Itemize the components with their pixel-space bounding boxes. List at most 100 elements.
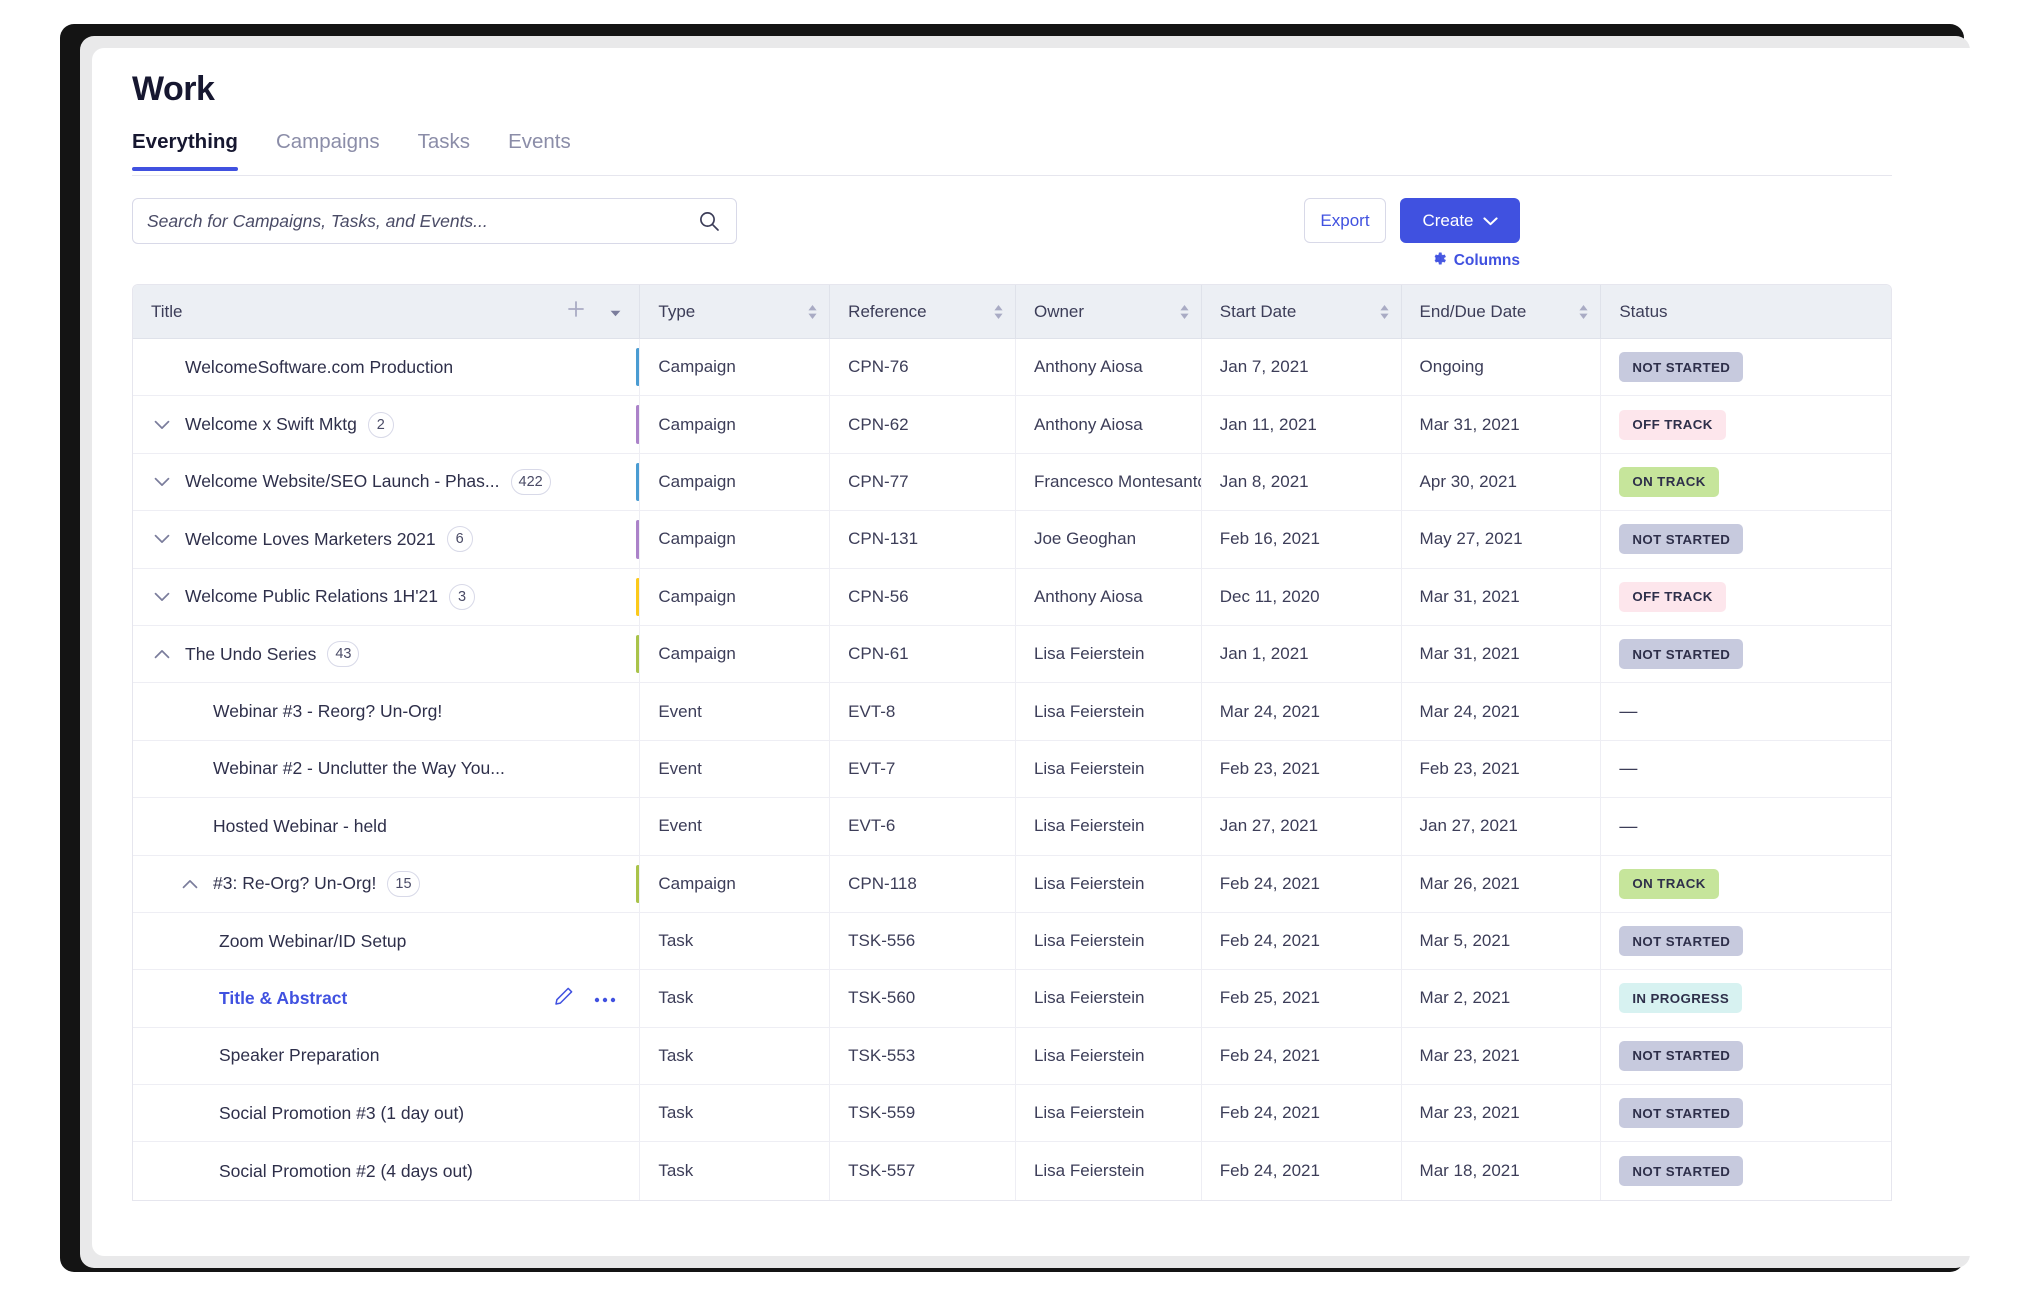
export-button[interactable]: Export bbox=[1304, 198, 1386, 243]
cell-title[interactable]: Webinar #2 - Unclutter the Way You... bbox=[133, 740, 641, 798]
status-badge: NOT STARTED bbox=[1619, 1040, 1744, 1071]
tab-events[interactable]: Events bbox=[508, 130, 571, 169]
column-header-reference[interactable]: Reference bbox=[830, 285, 1016, 338]
status-badge: NOT STARTED bbox=[1619, 639, 1744, 670]
column-menu-caret-icon[interactable] bbox=[610, 302, 621, 322]
row-title[interactable]: Social Promotion #3 (1 day out) bbox=[219, 1103, 464, 1124]
cell-reference: TSK-556 bbox=[830, 912, 1016, 970]
chevron-down-icon[interactable] bbox=[151, 420, 173, 430]
table-row[interactable]: WelcomeSoftware.com Production Campaign CP… bbox=[133, 339, 1891, 397]
cell-title[interactable]: Hosted Webinar - held bbox=[133, 798, 641, 855]
cell-owner: Anthony Aiosa bbox=[1016, 339, 1202, 396]
table-row[interactable]: Hosted Webinar - held Event EVT-6 Lisa Feie… bbox=[133, 798, 1891, 856]
pencil-icon[interactable] bbox=[554, 986, 574, 1011]
sort-icon[interactable] bbox=[994, 304, 1003, 319]
column-header-start-date[interactable]: Start Date bbox=[1202, 285, 1402, 338]
column-divider bbox=[639, 912, 641, 970]
table-row[interactable]: Welcome Website/SEO Launch - Phas... 422 C… bbox=[133, 453, 1891, 512]
tab-bar: Everything Campaigns Tasks Events bbox=[132, 130, 1892, 176]
column-header-status[interactable]: Status bbox=[1601, 285, 1891, 338]
tab-campaigns[interactable]: Campaigns bbox=[276, 130, 380, 169]
sort-icon[interactable] bbox=[1379, 304, 1389, 319]
row-title[interactable]: Title & Abstract bbox=[219, 988, 347, 1009]
cell-title[interactable]: Social Promotion #3 (1 day out) bbox=[133, 1085, 641, 1142]
table-row[interactable]: Social Promotion #2 (4 days out) Task TSK-… bbox=[133, 1142, 1891, 1200]
chevron-down-icon[interactable] bbox=[151, 534, 173, 544]
column-divider bbox=[639, 1027, 641, 1085]
column-header-type[interactable]: Type bbox=[640, 285, 831, 338]
row-title[interactable]: Hosted Webinar - held bbox=[213, 816, 387, 837]
table-row[interactable]: Welcome Loves Marketers 2021 6 Campaign CPN… bbox=[133, 511, 1891, 569]
row-title[interactable]: The Undo Series bbox=[185, 644, 316, 665]
cell-start-date: Feb 24, 2021 bbox=[1202, 855, 1402, 912]
row-title[interactable]: Social Promotion #2 (4 days out) bbox=[219, 1161, 473, 1182]
chevron-up-icon[interactable] bbox=[151, 649, 173, 659]
row-title[interactable]: Welcome Website/SEO Launch - Phas... bbox=[185, 471, 500, 492]
sort-icon[interactable] bbox=[808, 304, 817, 319]
chevron-down-icon[interactable] bbox=[151, 592, 173, 602]
cell-title[interactable]: Welcome Loves Marketers 2021 6 bbox=[133, 511, 641, 568]
column-header-owner[interactable]: Owner bbox=[1016, 285, 1202, 338]
create-button[interactable]: Create bbox=[1400, 198, 1520, 243]
row-title[interactable]: Welcome Public Relations 1H'21 bbox=[185, 586, 438, 607]
tab-everything[interactable]: Everything bbox=[132, 130, 238, 171]
child-count-badge: 3 bbox=[449, 583, 475, 610]
table-row[interactable]: Webinar #2 - Unclutter the Way You... Eve… bbox=[133, 740, 1891, 799]
cell-title[interactable]: The Undo Series 43 bbox=[133, 625, 641, 683]
cell-reference: CPN-62 bbox=[830, 396, 1016, 453]
cell-title[interactable]: Welcome Public Relations 1H'21 3 bbox=[133, 568, 641, 625]
table-row[interactable]: Title & Abstract Task TSK-560 Lisa Feierste… bbox=[133, 970, 1891, 1028]
row-title[interactable]: Welcome x Swift Mktg bbox=[185, 414, 357, 435]
tab-tasks[interactable]: Tasks bbox=[418, 130, 470, 169]
table-row[interactable]: Zoom Webinar/ID Setup Task TSK-556 Lisa Fei… bbox=[133, 912, 1891, 971]
table-row[interactable]: Speaker Preparation Task TSK-553 Lisa Feier… bbox=[133, 1027, 1891, 1086]
cell-title[interactable]: Welcome x Swift Mktg 2 bbox=[133, 396, 641, 453]
work-page-card: Work Everything Campaigns Tasks Events Expo… bbox=[92, 48, 1978, 1256]
column-header-end-due-date[interactable]: End/Due Date bbox=[1402, 285, 1602, 338]
column-header-title[interactable]: Title bbox=[133, 285, 641, 338]
sort-icon[interactable] bbox=[1579, 304, 1588, 319]
search-input[interactable] bbox=[133, 210, 698, 232]
search-icon[interactable] bbox=[698, 210, 720, 232]
search-bar[interactable] bbox=[132, 198, 737, 244]
row-title[interactable]: #3: Re-Org? Un-Org! bbox=[213, 873, 376, 894]
cell-status: NOT STARTED bbox=[1601, 913, 1891, 969]
row-title[interactable]: Webinar #2 - Unclutter the Way You... bbox=[213, 758, 505, 779]
cell-reference: EVT-6 bbox=[830, 798, 1016, 855]
cell-title[interactable]: #3: Re-Org? Un-Org! 15 bbox=[133, 855, 641, 912]
cell-reference: TSK-559 bbox=[830, 1085, 1016, 1142]
cell-start-date: Feb 24, 2021 bbox=[1202, 1142, 1402, 1200]
row-title[interactable]: Zoom Webinar/ID Setup bbox=[219, 931, 406, 952]
table-row[interactable]: Webinar #3 - Reorg? Un-Org! Event EVT-8 Lis… bbox=[133, 683, 1891, 741]
cell-title[interactable]: Speaker Preparation bbox=[133, 1027, 641, 1085]
cell-end-date: Feb 23, 2021 bbox=[1402, 740, 1602, 798]
chevron-up-icon[interactable] bbox=[179, 879, 201, 889]
column-divider bbox=[639, 396, 641, 453]
cell-start-date: Feb 23, 2021 bbox=[1202, 740, 1402, 798]
ellipsis-icon[interactable] bbox=[594, 988, 616, 1008]
cell-title[interactable]: WelcomeSoftware.com Production bbox=[133, 339, 641, 396]
cell-title[interactable]: Zoom Webinar/ID Setup bbox=[133, 912, 641, 970]
cell-owner: Lisa Feierstein bbox=[1016, 1142, 1202, 1200]
cell-reference: TSK-560 bbox=[830, 970, 1016, 1027]
sort-icon[interactable] bbox=[1180, 304, 1189, 319]
table-row[interactable]: Welcome Public Relations 1H'21 3 Campaign C… bbox=[133, 568, 1891, 626]
table-row[interactable]: Social Promotion #3 (1 day out) Task TSK-5… bbox=[133, 1085, 1891, 1143]
cell-title[interactable]: Social Promotion #2 (4 days out) bbox=[133, 1142, 641, 1200]
row-title[interactable]: Speaker Preparation bbox=[219, 1045, 380, 1066]
cell-title[interactable]: Title & Abstract bbox=[133, 970, 641, 1027]
row-title[interactable]: Webinar #3 - Reorg? Un-Org! bbox=[213, 701, 442, 722]
chevron-down-icon[interactable] bbox=[151, 477, 173, 487]
columns-button[interactable]: Columns bbox=[1400, 250, 1520, 272]
table-row[interactable]: Welcome x Swift Mktg 2 Campaign CPN-62 Antho… bbox=[133, 396, 1891, 454]
cell-title[interactable]: Welcome Website/SEO Launch - Phas... 422 bbox=[133, 453, 641, 511]
cell-owner: Lisa Feierstein bbox=[1016, 1085, 1202, 1142]
add-column-icon[interactable] bbox=[566, 299, 586, 324]
row-title[interactable]: Welcome Loves Marketers 2021 bbox=[185, 529, 436, 550]
cell-reference: CPN-56 bbox=[830, 568, 1016, 625]
row-title[interactable]: WelcomeSoftware.com Production bbox=[185, 357, 453, 378]
status-badge: OFF TRACK bbox=[1619, 409, 1726, 440]
cell-title[interactable]: Webinar #3 - Reorg? Un-Org! bbox=[133, 683, 641, 740]
table-row[interactable]: #3: Re-Org? Un-Org! 15 Campaign CPN-118 Lisa… bbox=[133, 855, 1891, 913]
table-row[interactable]: The Undo Series 43 Campaign CPN-61 Lisa Feie… bbox=[133, 625, 1891, 684]
